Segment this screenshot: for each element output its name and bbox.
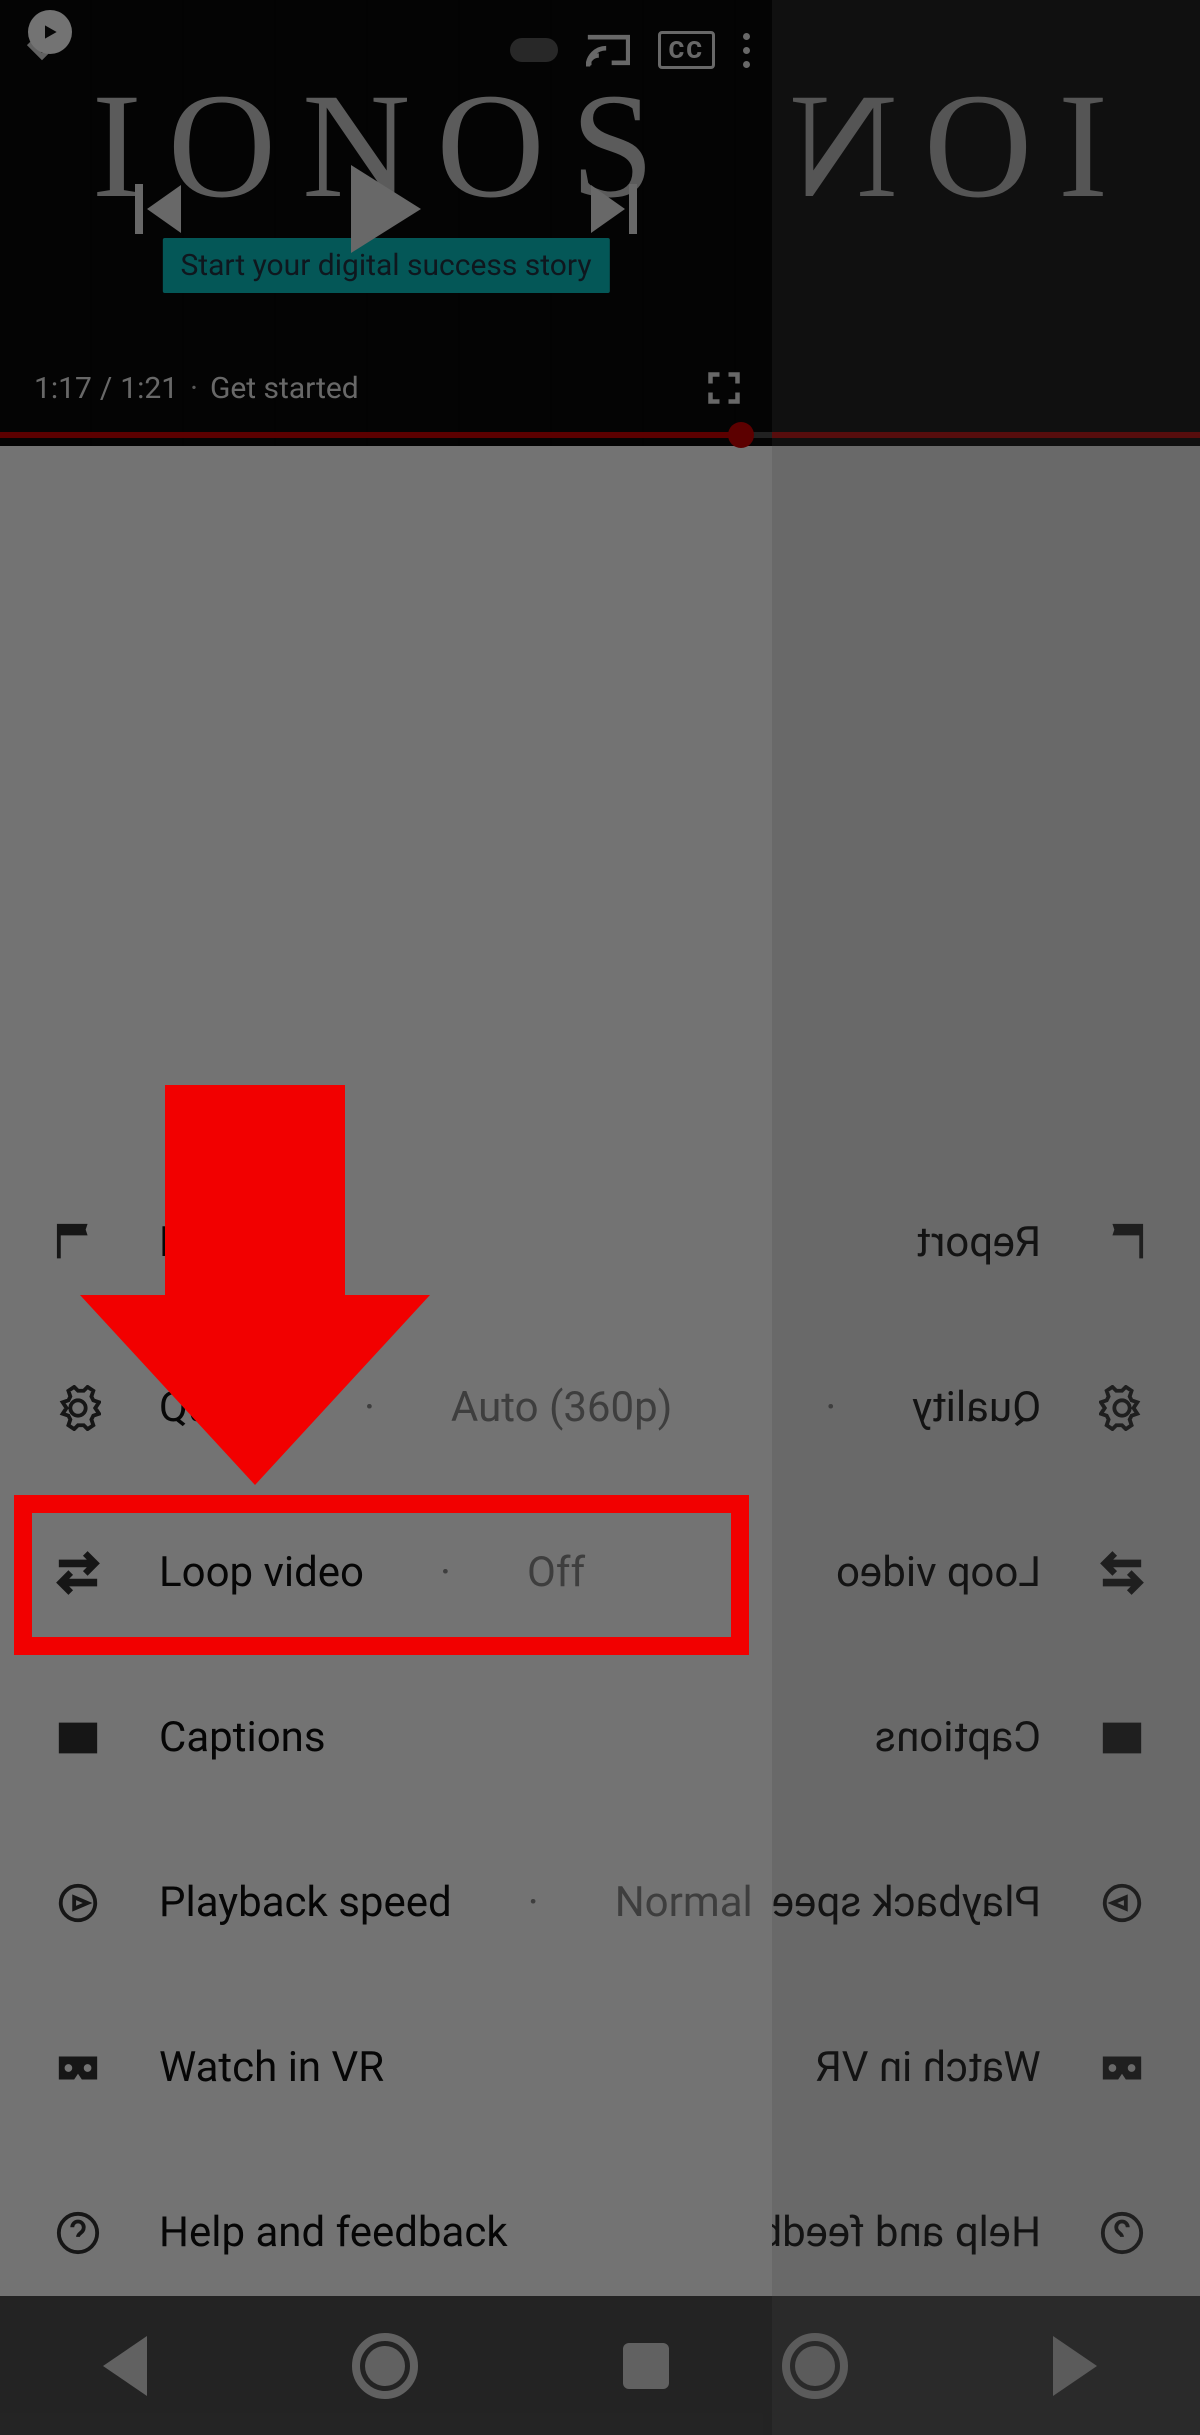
- annotation-arrow: [165, 1085, 430, 1485]
- time-row: 1:17 / 1:21 · Get started: [34, 370, 742, 406]
- menu-item-captions[interactable]: Captions: [0, 1655, 772, 1820]
- menu-item-label: Playback speed: [159, 1878, 452, 1927]
- menu-item-report: Report: [772, 1160, 1200, 1325]
- menu-item-label: Quality: [912, 1383, 1041, 1432]
- menu-item-vr[interactable]: Watch in VR: [0, 1985, 772, 2150]
- fullscreen-icon[interactable]: [706, 370, 742, 406]
- menu-item-help: Help and feedback: [772, 2150, 1200, 2315]
- menu-item-label: Report: [916, 1218, 1041, 1267]
- help-icon: [1099, 2210, 1145, 2256]
- mirror-strip: IONOS ReportQuality·Auto (360p)Loop vide…: [772, 0, 1200, 2435]
- captions-icon: [1099, 1715, 1145, 1761]
- menu-item-label: Loop video: [836, 1548, 1041, 1597]
- speed-icon: [55, 1880, 101, 1926]
- up-next-label[interactable]: Get started: [210, 371, 359, 406]
- help-icon: [55, 2210, 101, 2256]
- menu-item-loop[interactable]: Loop video·Off: [0, 1490, 772, 1655]
- vr-icon: [1099, 2045, 1145, 2091]
- menu-item-label: Playback speed: [772, 1878, 1041, 1927]
- menu-item-label: Captions: [874, 1713, 1041, 1762]
- menu-item-vr: Watch in VR: [772, 1985, 1200, 2150]
- menu-item-quality: Quality·Auto (360p): [772, 1325, 1200, 1490]
- menu-item-label: Watch in VR: [816, 2043, 1041, 2092]
- menu-item-speed: Playback speed·Normal: [772, 1820, 1200, 1985]
- speed-icon: [1099, 1880, 1145, 1926]
- next-button[interactable]: [591, 184, 637, 234]
- duration: 1:21: [120, 371, 178, 406]
- progress-scrubber[interactable]: [728, 422, 754, 448]
- gear-icon: [1099, 1385, 1145, 1431]
- menu-item-label: Captions: [159, 1713, 326, 1762]
- flag-icon: [55, 1220, 101, 1266]
- vr-icon: [55, 2045, 101, 2091]
- android-navbar: [0, 2296, 772, 2435]
- menu-item-captions: Captions: [772, 1655, 1200, 1820]
- loop-icon: [55, 1550, 101, 1596]
- nav-recents-icon[interactable]: [623, 2343, 669, 2389]
- menu-item-speed[interactable]: Playback speed·Normal: [0, 1820, 772, 1985]
- flag-icon: [1099, 1220, 1145, 1266]
- nav-back-icon[interactable]: [103, 2336, 147, 2396]
- menu-item-help[interactable]: Help and feedback: [0, 2150, 772, 2315]
- loop-icon: [1099, 1550, 1145, 1596]
- play-icon: [40, 22, 60, 42]
- menu-item-label: Watch in VR: [159, 2043, 384, 2092]
- menu-item-value: Auto (360p): [451, 1383, 672, 1432]
- captions-icon: [55, 1715, 101, 1761]
- video-player[interactable]: CC IONOS Start your digital success stor…: [0, 0, 772, 446]
- menu-item-loop: Loop video·Off: [772, 1490, 1200, 1655]
- more-icon[interactable]: [743, 33, 750, 68]
- menu-item-label: Loop video: [159, 1548, 364, 1597]
- previous-button[interactable]: [135, 184, 181, 234]
- menu-item-value: Off: [527, 1548, 585, 1597]
- menu-item-value: Normal: [615, 1878, 753, 1927]
- current-time: 1:17: [34, 371, 92, 406]
- play-button[interactable]: [351, 165, 421, 253]
- progress-bar[interactable]: [0, 432, 772, 438]
- menu-item-label: Help and feedback: [772, 2208, 1041, 2257]
- autoplay-toggle[interactable]: [510, 38, 558, 62]
- nav-home-icon[interactable]: [352, 2333, 418, 2399]
- menu-item-label: Help and feedback: [159, 2208, 508, 2257]
